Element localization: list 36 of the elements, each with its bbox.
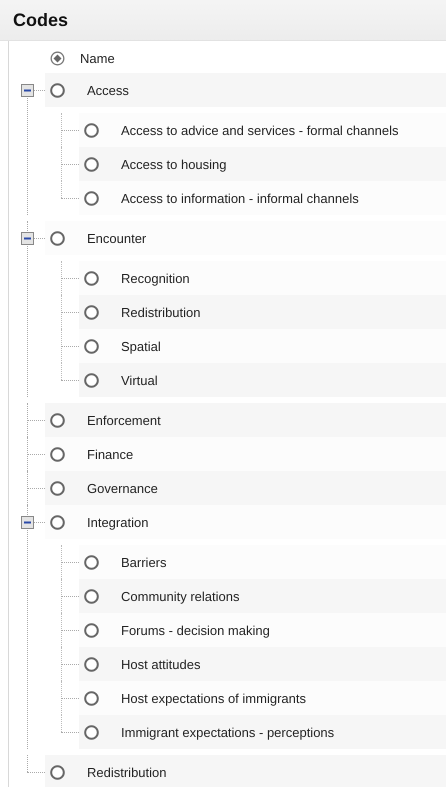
circle-icon	[50, 514, 65, 530]
circle-icon	[84, 372, 99, 388]
tree-item[interactable]: Host attitudes	[79, 647, 446, 681]
circle-icon	[50, 230, 65, 246]
circle-icon	[50, 764, 65, 780]
tree-item[interactable]: Access	[45, 73, 446, 107]
circle-icon	[50, 480, 65, 496]
collapse-icon[interactable]	[21, 232, 34, 245]
circle-icon	[84, 554, 99, 570]
circle-icon	[50, 82, 65, 98]
circle-icon	[84, 656, 99, 672]
tree-item[interactable]: Virtual	[79, 363, 446, 397]
column-header[interactable]: Name	[80, 50, 115, 66]
collapse-icon[interactable]	[21, 84, 34, 97]
tree-item[interactable]: Immigrant expectations - perceptions	[79, 715, 446, 749]
circle-icon	[84, 588, 99, 604]
tree-item[interactable]: Enforcement	[45, 403, 446, 437]
circle-icon	[50, 412, 65, 428]
circle-icon	[84, 122, 99, 138]
tree-item[interactable]: Governance	[45, 471, 446, 505]
tree-item[interactable]: Redistribution	[45, 755, 446, 787]
tree-item[interactable]: Community relations	[79, 579, 446, 613]
circle-icon	[84, 190, 99, 206]
tree-item[interactable]: Redistribution	[79, 295, 446, 329]
add-icon[interactable]	[50, 50, 65, 66]
circle-icon	[84, 622, 99, 638]
circle-icon	[50, 446, 65, 462]
panel-title: Codes	[13, 10, 68, 30]
circle-icon	[84, 724, 99, 740]
circle-icon	[84, 270, 99, 286]
circle-icon	[84, 304, 99, 320]
circle-icon	[84, 690, 99, 706]
circle-icon	[84, 156, 99, 172]
circle-icon	[84, 338, 99, 354]
tree-item[interactable]: Access to housing	[79, 147, 446, 181]
collapse-icon[interactable]	[21, 516, 34, 529]
